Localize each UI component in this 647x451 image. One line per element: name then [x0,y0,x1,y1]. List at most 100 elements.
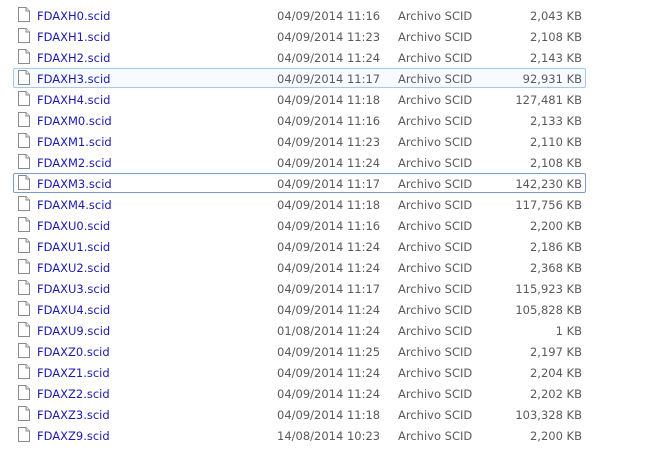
file-modified-date: 04/09/2014 11:24 [277,303,381,317]
file-modified-date: 04/09/2014 11:17 [277,72,381,86]
file-row[interactable]: FDAXH1.scid 04/09/2014 11:23 Archivo SCID 2… [13,26,586,46]
file-name[interactable]: FDAXU4.scid [37,303,110,317]
file-name[interactable]: FDAXU9.scid [37,324,110,338]
file-name[interactable]: FDAXZ9.scid [37,429,110,443]
file-type: Archivo SCID [398,282,473,296]
file-modified-date: 04/09/2014 11:17 [277,282,381,296]
file-row[interactable]: FDAXH0.scid 04/09/2014 11:16 Archivo SCID 2… [13,5,586,25]
file-size: 2,202 KB [529,387,582,401]
file-size: 2,108 KB [529,156,582,170]
file-modified-date: 04/09/2014 11:24 [277,240,381,254]
file-row[interactable]: FDAXM1.scid 04/09/2014 11:23 Archivo SCID 2… [13,131,586,151]
document-icon [18,70,30,85]
file-size: 2,200 KB [529,429,582,443]
file-row[interactable]: FDAXM4.scid 04/09/2014 11:18 Archivo SCID 1… [13,194,586,214]
file-name[interactable]: FDAXH1.scid [37,30,110,44]
document-icon [18,175,30,190]
file-modified-date: 04/09/2014 11:24 [277,261,381,275]
document-icon [18,196,30,211]
file-row[interactable]: FDAXU4.scid 04/09/2014 11:24 Archivo SCID 1… [13,299,586,319]
file-row[interactable]: FDAXM0.scid 04/09/2014 11:16 Archivo SCID 2… [13,110,586,130]
file-name[interactable]: FDAXZ0.scid [37,345,110,359]
file-name[interactable]: FDAXZ1.scid [37,366,110,380]
file-name[interactable]: FDAXH3.scid [37,72,110,86]
file-type: Archivo SCID [398,9,473,23]
file-name[interactable]: FDAXM4.scid [37,198,112,212]
file-modified-date: 04/09/2014 11:17 [277,177,381,191]
file-row[interactable]: FDAXH4.scid 04/09/2014 11:18 Archivo SCID 1… [13,89,586,109]
file-list: FDAXH0.scid 04/09/2014 11:16 Archivo SCID 2… [0,0,647,451]
file-size: 2,110 KB [529,135,582,149]
document-icon [18,91,30,106]
file-size: 2,108 KB [529,30,582,44]
file-modified-date: 04/09/2014 11:16 [277,114,381,128]
file-name[interactable]: FDAXH2.scid [37,51,110,65]
file-size: 2,143 KB [529,51,582,65]
file-size: 2,200 KB [529,219,582,233]
file-row[interactable]: FDAXZ1.scid 04/09/2014 11:24 Archivo SCID 2… [13,362,586,382]
file-size: 92,931 KB [522,72,582,86]
file-size: 115,923 KB [515,282,582,296]
file-type: Archivo SCID [398,156,473,170]
file-type: Archivo SCID [398,93,473,107]
file-size: 103,328 KB [515,408,582,422]
document-icon [18,154,30,169]
file-row[interactable]: FDAXU2.scid 04/09/2014 11:24 Archivo SCID 2… [13,257,586,277]
file-type: Archivo SCID [398,51,473,65]
file-name[interactable]: FDAXM2.scid [37,156,112,170]
file-modified-date: 04/09/2014 11:18 [277,408,381,422]
file-row[interactable]: FDAXM2.scid 04/09/2014 11:24 Archivo SCID 2… [13,152,586,172]
file-size: 2,186 KB [529,240,582,254]
file-name[interactable]: FDAXZ3.scid [37,408,110,422]
file-row[interactable]: FDAXZ2.scid 04/09/2014 11:24 Archivo SCID 2… [13,383,586,403]
file-name[interactable]: FDAXM0.scid [37,114,112,128]
document-icon [18,259,30,274]
file-size: 142,230 KB [515,177,582,191]
file-name[interactable]: FDAXH4.scid [37,93,110,107]
file-name[interactable]: FDAXU3.scid [37,282,110,296]
file-type: Archivo SCID [398,219,473,233]
file-size: 2,197 KB [529,345,582,359]
file-name[interactable]: FDAXU0.scid [37,219,110,233]
file-name[interactable]: FDAXH0.scid [37,9,110,23]
file-row[interactable]: FDAXU3.scid 04/09/2014 11:17 Archivo SCID 1… [13,278,586,298]
file-row[interactable]: FDAXH3.scid 04/09/2014 11:17 Archivo SCID 9… [13,68,586,88]
file-row[interactable]: FDAXH2.scid 04/09/2014 11:24 Archivo SCID 2… [13,47,586,67]
file-type: Archivo SCID [398,177,473,191]
file-name[interactable]: FDAXM3.scid [37,177,112,191]
file-size: 2,043 KB [529,9,582,23]
file-size: 117,756 KB [515,198,582,212]
file-type: Archivo SCID [398,387,473,401]
document-icon [18,301,30,316]
file-type: Archivo SCID [398,429,473,443]
file-row[interactable]: FDAXU1.scid 04/09/2014 11:24 Archivo SCID 2… [13,236,586,256]
file-type: Archivo SCID [398,240,473,254]
file-type: Archivo SCID [398,303,473,317]
file-row[interactable]: FDAXU0.scid 04/09/2014 11:16 Archivo SCID 2… [13,215,586,235]
file-type: Archivo SCID [398,324,473,338]
file-type: Archivo SCID [398,72,473,86]
document-icon [18,217,30,232]
file-type: Archivo SCID [398,135,473,149]
document-icon [18,364,30,379]
file-name[interactable]: FDAXU1.scid [37,240,110,254]
file-row[interactable]: FDAXM3.scid 04/09/2014 11:17 Archivo SCID 1… [13,173,586,193]
file-row[interactable]: FDAXZ0.scid 04/09/2014 11:25 Archivo SCID 2… [13,341,586,361]
file-name[interactable]: FDAXM1.scid [37,135,112,149]
file-row[interactable]: FDAXU9.scid 01/08/2014 11:24 Archivo SCID 1… [13,320,586,340]
document-icon [18,28,30,43]
file-name[interactable]: FDAXU2.scid [37,261,110,275]
file-type: Archivo SCID [398,366,473,380]
file-modified-date: 04/09/2014 11:24 [277,387,381,401]
file-size: 2,204 KB [529,366,582,380]
file-size: 2,133 KB [529,114,582,128]
file-modified-date: 04/09/2014 11:24 [277,51,381,65]
file-size: 1 KB [555,324,582,338]
file-row[interactable]: FDAXZ9.scid 14/08/2014 10:23 Archivo SCID 2… [13,425,586,445]
file-modified-date: 04/09/2014 11:16 [277,9,381,23]
document-icon [18,7,30,22]
file-row[interactable]: FDAXZ3.scid 04/09/2014 11:18 Archivo SCID 1… [13,404,586,424]
file-name[interactable]: FDAXZ2.scid [37,387,110,401]
document-icon [18,112,30,127]
document-icon [18,406,30,421]
